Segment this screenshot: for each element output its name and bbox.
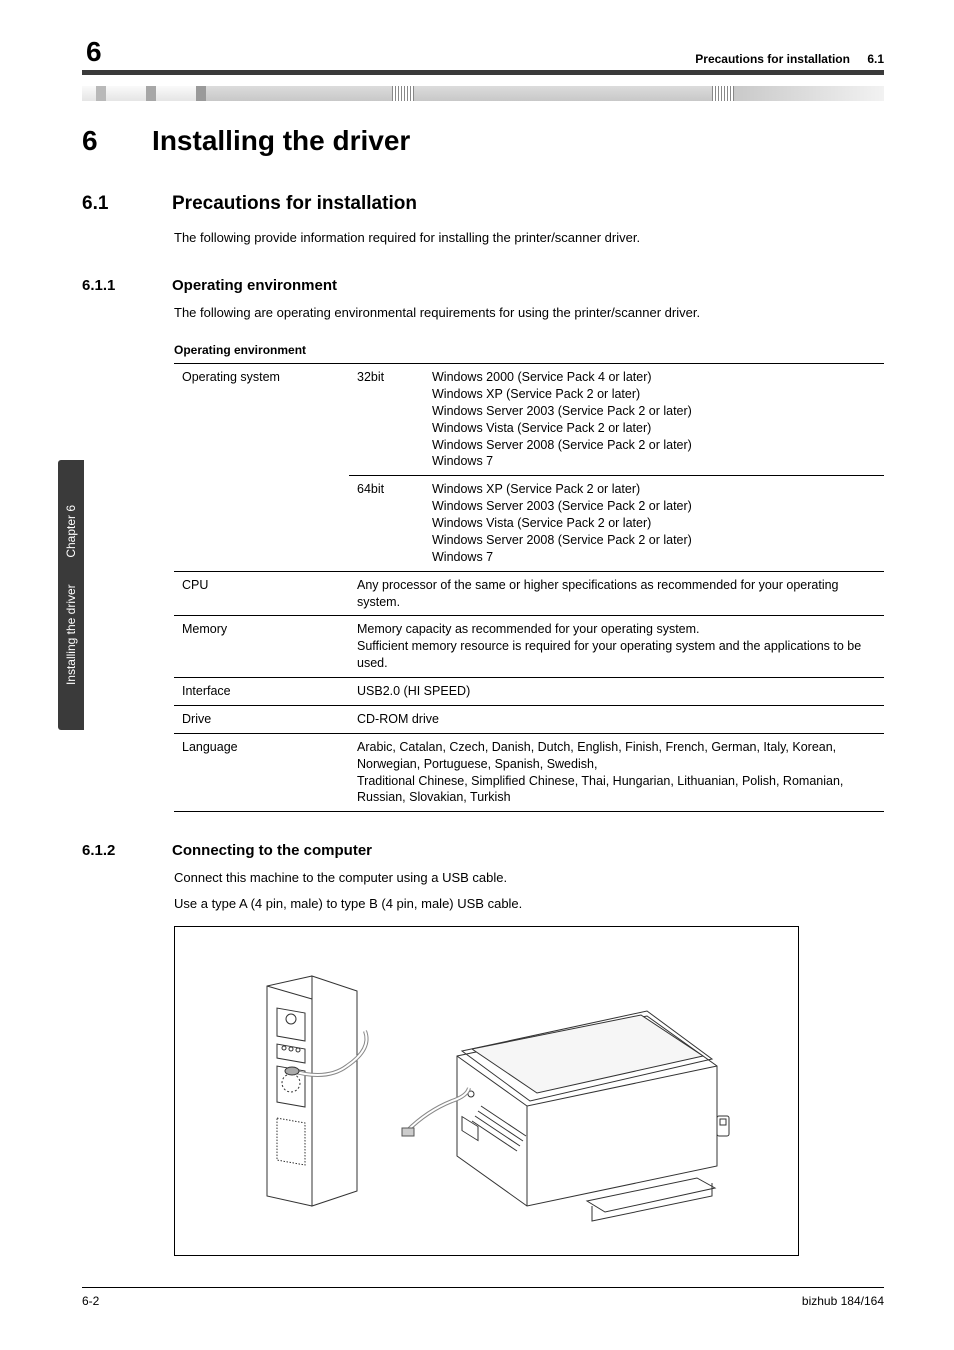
chapter-num: 6: [82, 125, 98, 156]
cell-if-val: USB2.0 (HI SPEED): [349, 678, 884, 706]
decor-seg: [712, 86, 734, 101]
cell-drive-val: CD-ROM drive: [349, 705, 884, 733]
table-row: Interface USB2.0 (HI SPEED): [174, 678, 884, 706]
decor-seg: [106, 86, 146, 101]
subsection-title: Connecting to the computer: [172, 842, 372, 859]
decor-seg: [196, 86, 206, 101]
decorative-strip: [82, 86, 884, 101]
decor-seg: [82, 86, 96, 101]
chapter-heading: 6 Installing the driver: [82, 125, 884, 157]
header-chapter-num: 6: [82, 38, 106, 66]
cell-os-32-val: Windows 2000 (Service Pack 4 or later) W…: [424, 364, 884, 476]
cell-os-32-label: 32bit: [349, 364, 424, 476]
decor-seg: [146, 86, 156, 101]
section-6-1-intro: The following provide information requir…: [174, 229, 884, 247]
usb-connection-figure: [174, 926, 799, 1256]
env-table-title: Operating environment: [174, 343, 884, 357]
subsection-title: Operating environment: [172, 277, 337, 294]
side-tab-chapter: Chapter 6: [64, 505, 78, 558]
cell-mem-label: Memory: [174, 616, 349, 678]
footer-left: 6-2: [82, 1294, 99, 1308]
section-6-1-2-p1: Connect this machine to the computer usi…: [174, 869, 884, 887]
decor-seg: [156, 86, 196, 101]
subsection-num: 6.1.2: [82, 842, 144, 859]
decor-seg: [392, 86, 414, 101]
subsection-num: 6.1.1: [82, 277, 144, 294]
decor-seg: [96, 86, 106, 101]
running-header: 6 Precautions for installation 6.1: [82, 42, 884, 66]
cell-os-64-label: 64bit: [349, 476, 424, 571]
section-6-1-1-intro: The following are operating environmenta…: [174, 304, 884, 322]
decor-seg: [206, 86, 392, 101]
cell-lang-val: Arabic, Catalan, Czech, Danish, Dutch, E…: [349, 733, 884, 812]
cell-cpu-label: CPU: [174, 571, 349, 616]
cell-mem-val: Memory capacity as recommended for your …: [349, 616, 884, 678]
content-area: 6 Installing the driver 6.1 Precautions …: [82, 115, 884, 1256]
cell-cpu-val: Any processor of the same or higher spec…: [349, 571, 884, 616]
side-tab-title: Installing the driver: [64, 584, 78, 685]
decor-seg: [734, 86, 884, 101]
side-tab: Installing the driver Chapter 6: [58, 460, 84, 730]
decor-seg: [414, 86, 712, 101]
section-6-1-2-heading: 6.1.2 Connecting to the computer: [82, 842, 884, 859]
computer-back-illustration: [237, 971, 367, 1211]
table-row: Drive CD-ROM drive: [174, 705, 884, 733]
env-table: Operating system 32bit Windows 2000 (Ser…: [174, 363, 884, 812]
section-title: Precautions for installation: [172, 193, 417, 215]
header-section-ref: 6.1: [867, 52, 884, 66]
cell-os-64-val: Windows XP (Service Pack 2 or later) Win…: [424, 476, 884, 571]
footer-right: bizhub 184/164: [802, 1294, 884, 1308]
side-tab-text: Installing the driver Chapter 6: [64, 505, 78, 685]
section-6-1-heading: 6.1 Precautions for installation: [82, 193, 884, 215]
table-row: CPU Any processor of the same or higher …: [174, 571, 884, 616]
table-row: Memory Memory capacity as recommended fo…: [174, 616, 884, 678]
cell-lang-label: Language: [174, 733, 349, 812]
table-row: Language Arabic, Catalan, Czech, Danish,…: [174, 733, 884, 812]
page-footer: 6-2 bizhub 184/164: [82, 1287, 884, 1308]
header-divider: [82, 70, 884, 75]
chapter-title: Installing the driver: [152, 125, 410, 156]
section-6-1-2-p2: Use a type A (4 pin, male) to type B (4 …: [174, 895, 884, 913]
table-row: Operating system 32bit Windows 2000 (Ser…: [174, 364, 884, 476]
section-num: 6.1: [82, 193, 144, 215]
printer-illustration: [397, 956, 737, 1226]
cell-drive-label: Drive: [174, 705, 349, 733]
cell-os-label: Operating system: [174, 364, 349, 572]
header-breadcrumb: Precautions for installation: [695, 52, 850, 66]
section-6-1-1-heading: 6.1.1 Operating environment: [82, 277, 884, 294]
cell-if-label: Interface: [174, 678, 349, 706]
